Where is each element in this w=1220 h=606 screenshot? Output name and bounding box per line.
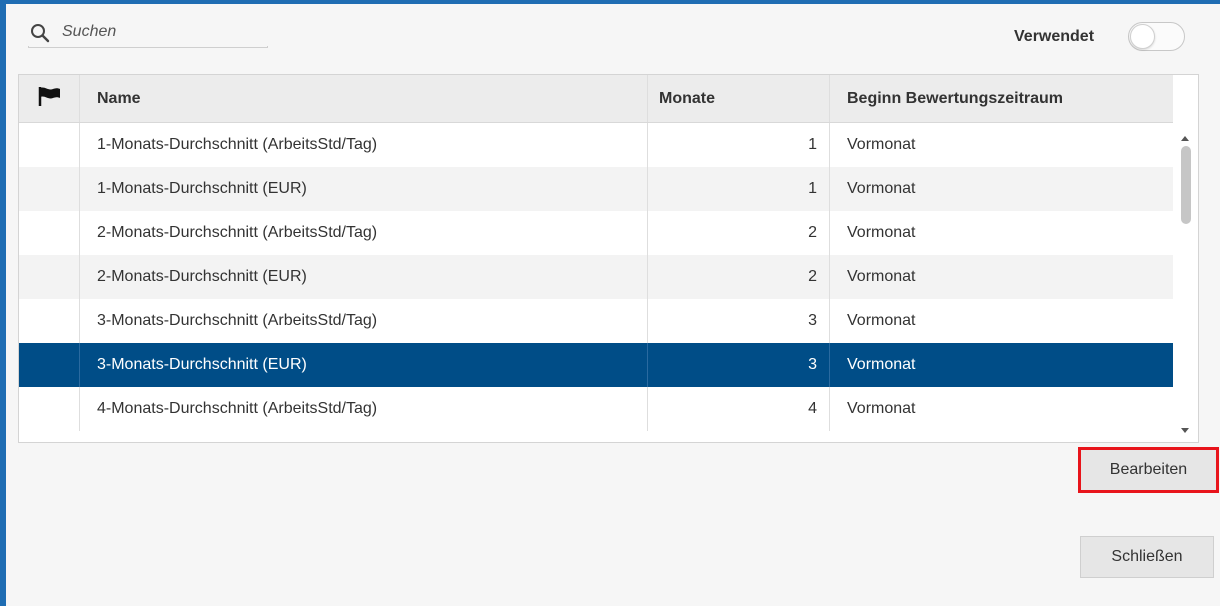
row-months-cell: 4 — [648, 387, 830, 431]
table-header-row: Name Monate Beginn Bewertungszeitraum — [19, 75, 1173, 123]
search-underline — [28, 46, 268, 48]
used-filter-toggle[interactable] — [1128, 22, 1185, 51]
table-row[interactable]: 1-Monats-Durchschnitt (EUR) 1 Vormonat — [19, 167, 1173, 211]
row-flag-cell — [19, 387, 80, 431]
row-start-cell: Vormonat — [847, 268, 916, 285]
table-row[interactable]: 2-Monats-Durchschnitt (ArbeitsStd/Tag) 2 V… — [19, 211, 1173, 255]
row-start-cell: Vormonat — [847, 400, 916, 417]
column-header-months[interactable]: Monate — [648, 75, 830, 122]
row-start-cell: Vormonat — [847, 136, 916, 153]
row-flag-cell — [19, 255, 80, 299]
row-start-cell: Vormonat — [847, 180, 916, 197]
row-name-cell: 4-Monats-Durchschnitt (ArbeitsStd/Tag) — [80, 387, 648, 431]
table-row[interactable]: 4-Monats-Durchschnitt (ArbeitsStd/Tag) 4 V… — [19, 387, 1173, 431]
table-row[interactable]: 3-Monats-Durchschnitt (ArbeitsStd/Tag) 3 V… — [19, 299, 1173, 343]
column-header-flag[interactable] — [19, 75, 80, 122]
used-filter-label: Verwendet — [1014, 28, 1095, 45]
vertical-scrollbar[interactable] — [1174, 123, 1198, 442]
row-flag-cell — [19, 299, 80, 343]
row-months-cell: 3 — [648, 299, 830, 343]
row-name-cell: 3-Monats-Durchschnitt (ArbeitsStd/Tag) — [80, 299, 648, 343]
window-frame-left — [0, 0, 6, 606]
scroll-up-arrow-icon[interactable] — [1181, 136, 1189, 141]
close-button[interactable]: Schließen — [1080, 536, 1214, 578]
search-input[interactable] — [62, 21, 262, 43]
row-name-cell: 2-Monats-Durchschnitt (EUR) — [80, 255, 648, 299]
row-name-cell: 1-Monats-Durchschnitt (ArbeitsStd/Tag) — [80, 123, 648, 167]
row-months-cell: 1 — [648, 123, 830, 167]
column-header-start[interactable]: Beginn Bewertungszeitraum — [830, 75, 1173, 122]
window-frame-top — [0, 0, 1220, 4]
toggle-knob — [1130, 24, 1155, 49]
flag-icon — [37, 86, 61, 111]
row-flag-cell — [19, 343, 80, 387]
row-flag-cell — [19, 123, 80, 167]
row-flag-cell — [19, 167, 80, 211]
table-row[interactable]: 2-Monats-Durchschnitt (EUR) 2 Vormonat — [19, 255, 1173, 299]
row-flag-cell — [19, 211, 80, 255]
row-start-cell: Vormonat — [847, 224, 916, 241]
row-months-cell: 2 — [648, 255, 830, 299]
edit-button[interactable]: Bearbeiten — [1078, 447, 1219, 493]
row-name-cell: 1-Monats-Durchschnitt (EUR) — [80, 167, 648, 211]
table-grid: Name Monate Beginn Bewertungszeitraum 1-… — [19, 75, 1173, 431]
search-icon — [30, 23, 50, 43]
row-name-cell: 3-Monats-Durchschnitt (EUR) — [80, 343, 648, 387]
row-months-cell: 3 — [648, 343, 830, 387]
data-table: Name Monate Beginn Bewertungszeitraum 1-… — [18, 74, 1199, 443]
table-row[interactable]: 3-Monats-Durchschnitt (EUR) 3 Vormonat — [19, 343, 1173, 387]
scroll-down-arrow-icon[interactable] — [1181, 428, 1189, 433]
row-start-cell: Vormonat — [847, 356, 916, 373]
row-months-cell: 1 — [648, 167, 830, 211]
search-box[interactable] — [28, 18, 268, 48]
table-row[interactable]: 1-Monats-Durchschnitt (ArbeitsStd/Tag) 1 V… — [19, 123, 1173, 167]
row-months-cell: 2 — [648, 211, 830, 255]
scrollbar-thumb[interactable] — [1181, 146, 1191, 224]
column-header-name[interactable]: Name — [80, 75, 648, 122]
row-start-cell: Vormonat — [847, 312, 916, 329]
row-name-cell: 2-Monats-Durchschnitt (ArbeitsStd/Tag) — [80, 211, 648, 255]
